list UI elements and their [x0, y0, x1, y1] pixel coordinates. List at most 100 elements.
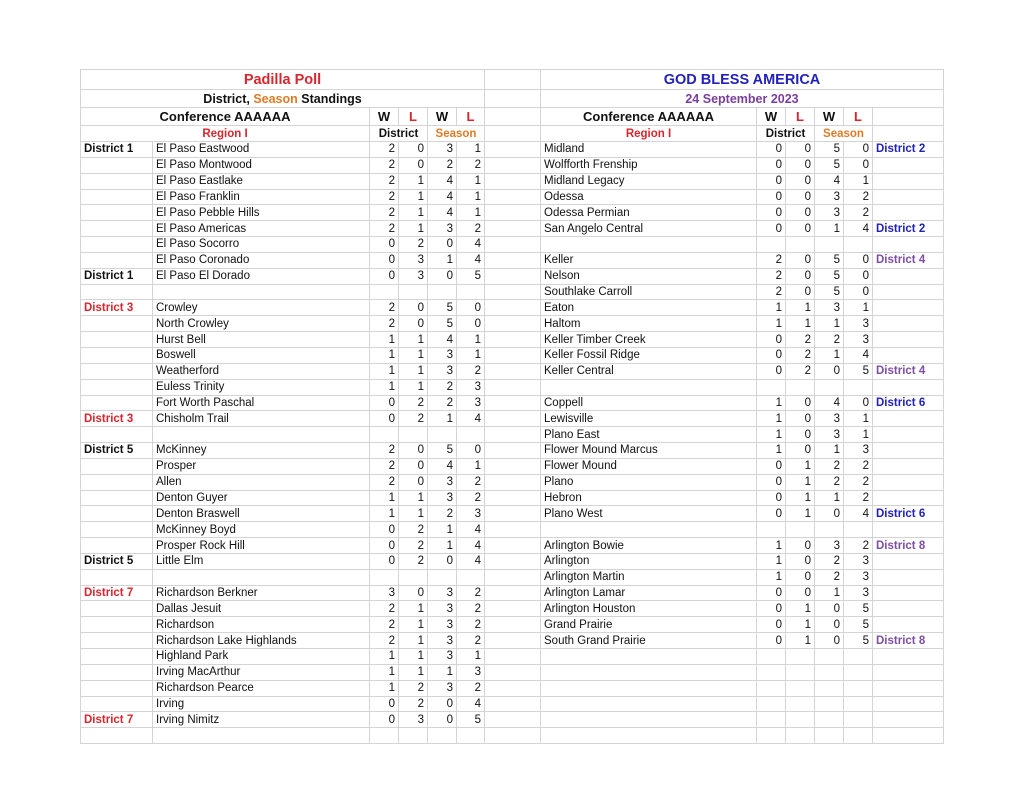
- subtitle-part-season: Season: [253, 91, 298, 106]
- left-team-name: El Paso Montwood: [152, 156, 370, 174]
- right-district-label: [872, 188, 944, 206]
- left-season-losses: 2: [456, 600, 485, 618]
- right-season-losses: 0: [843, 267, 873, 285]
- left-district-wins: 0: [369, 521, 399, 539]
- right-district-losses: 0: [785, 552, 815, 570]
- left-season-wins: 4: [427, 188, 457, 206]
- right-season-wins: 3: [814, 204, 844, 222]
- right-district-losses: 0: [785, 584, 815, 602]
- right-district-wins: 0: [756, 489, 786, 507]
- left-district-wins: 1: [369, 362, 399, 380]
- left-district-label: District 1: [80, 267, 153, 285]
- left-season-losses: 4: [456, 410, 485, 428]
- gap-cell: [484, 251, 541, 269]
- left-district-wins: [369, 426, 399, 444]
- right-team-name: Flower Mound Marcus: [540, 442, 757, 459]
- left-season-losses: 3: [456, 378, 485, 396]
- table-row: Allen 2 0 3 2 Plano 0 1 2 2: [80, 473, 944, 491]
- right-district-wins: 2: [756, 267, 786, 285]
- left-team-name: El Paso El Dorado: [152, 267, 370, 285]
- left-district-label: District 3: [80, 410, 153, 428]
- title-row: Padilla Poll GOD BLESS AMERICA: [80, 69, 944, 90]
- left-district-losses: 1: [398, 172, 428, 190]
- gap-cell: [484, 346, 541, 364]
- left-district-losses: 1: [398, 362, 428, 380]
- left-district-losses: 1: [398, 346, 428, 364]
- right-season-wins: 5: [814, 156, 844, 174]
- gap-cell: [484, 568, 541, 586]
- right-season-losses: 1: [843, 410, 873, 428]
- gap-cell: [484, 141, 541, 158]
- gap-cell: [484, 107, 541, 126]
- right-season-losses: [843, 378, 873, 396]
- left-district-wins: 2: [369, 457, 399, 475]
- left-season-losses: 4: [456, 552, 485, 570]
- left-district-losses: 3: [398, 711, 428, 729]
- left-district-label: [80, 616, 153, 634]
- table-row: [80, 727, 944, 745]
- right-district-wins: 2: [756, 283, 786, 301]
- left-title: Padilla Poll: [80, 69, 485, 90]
- gap-cell: [484, 600, 541, 618]
- subtitle-row: District, Season Standings 24 September …: [80, 89, 944, 108]
- right-team-name: Grand Prairie: [540, 616, 757, 634]
- right-season-losses: 0: [843, 394, 873, 412]
- gap-cell: [484, 394, 541, 412]
- right-district-label: [872, 711, 944, 729]
- right-district-wins: 0: [756, 584, 786, 602]
- right-district-label: [872, 584, 944, 602]
- right-team-name: Hebron: [540, 489, 757, 507]
- left-team-name: El Paso Coronado: [152, 251, 370, 269]
- right-season-losses: 3: [843, 584, 873, 602]
- table-row: El Paso Socorro 0 2 0 4: [80, 236, 944, 253]
- right-district-wins: 0: [756, 331, 786, 348]
- right-district-losses: 0: [785, 141, 815, 158]
- right-team-name: South Grand Prairie: [540, 632, 757, 649]
- left-season-losses: 2: [456, 220, 485, 238]
- left-district-wins: [369, 568, 399, 586]
- left-district-label: [80, 204, 153, 222]
- right-district-label: [872, 489, 944, 507]
- left-district-label: [80, 489, 153, 507]
- table-row: Highland Park 1 1 3 1: [80, 648, 944, 665]
- left-district-wins: 2: [369, 600, 399, 618]
- right-season-losses: 0: [843, 251, 873, 269]
- right-team-name: Arlington: [540, 552, 757, 570]
- right-district-losses: 1: [785, 505, 815, 523]
- right-district-wins: 0: [756, 362, 786, 380]
- right-district-losses: 1: [785, 473, 815, 491]
- left-district-label: [80, 426, 153, 444]
- right-district-label: District 4: [872, 362, 944, 380]
- table-row: District 1 El Paso Eastwood 2 0 3 1 Midland 0 0 5…: [80, 141, 944, 158]
- conference-row: Conference AAAAAA W L W L Conference AAA…: [80, 107, 944, 126]
- left-district-wins: 1: [369, 378, 399, 396]
- left-district-label: [80, 220, 153, 238]
- left-team-name: Allen: [152, 473, 370, 491]
- right-district-losses: 1: [785, 489, 815, 507]
- left-district-label: [80, 457, 153, 475]
- right-team-name: [540, 521, 757, 539]
- table-row: Prosper 2 0 4 1 Flower Mound 0 1 2 2: [80, 457, 944, 475]
- right-team-name: Eaton: [540, 299, 757, 317]
- gap-cell: [484, 362, 541, 380]
- left-subtitle: District, Season Standings: [80, 89, 485, 108]
- right-season-losses: [843, 695, 873, 713]
- left-district-losses: 1: [398, 220, 428, 238]
- left-season-losses: 1: [456, 648, 485, 665]
- left-season-losses: 0: [456, 315, 485, 333]
- table-row: Irving MacArthur 1 1 1 3: [80, 663, 944, 681]
- left-district-label: [80, 283, 153, 301]
- right-district-label: [872, 331, 944, 348]
- left-season-wins: 5: [427, 315, 457, 333]
- right-season-losses: 4: [843, 220, 873, 238]
- right-team-name: [540, 648, 757, 665]
- left-season-wins: 0: [427, 695, 457, 713]
- left-district-label: [80, 346, 153, 364]
- right-season-wins: [814, 236, 844, 253]
- left-district-losses: 0: [398, 141, 428, 158]
- right-district-group: District: [756, 125, 815, 142]
- left-season-group: Season: [427, 125, 485, 142]
- right-district-wins: 0: [756, 473, 786, 491]
- left-district-label: [80, 188, 153, 206]
- right-season-losses: 2: [843, 457, 873, 475]
